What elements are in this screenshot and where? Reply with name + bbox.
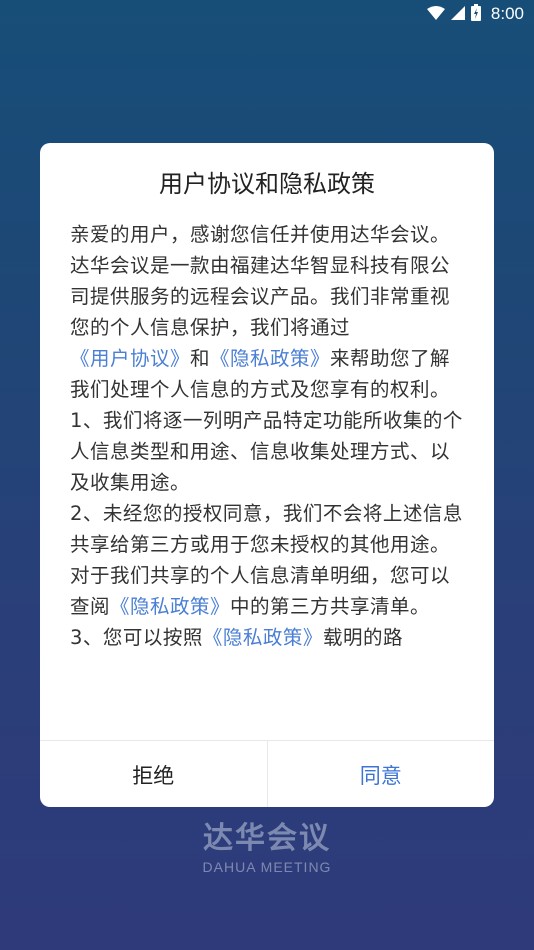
signal-icon (450, 5, 465, 24)
logo-text-en: DAHUA MEETING (202, 859, 332, 875)
paragraph-intro: 达华会议是一款由福建达华智显科技有限公司提供服务的远程会议产品。我们非常重视您的… (70, 250, 464, 405)
agree-button[interactable]: 同意 (268, 741, 495, 807)
status-time: 8:00 (490, 4, 524, 23)
reject-button[interactable]: 拒绝 (40, 741, 268, 807)
privacy-policy-link-2[interactable]: 《隐私政策》 (110, 595, 230, 618)
item3-text-a: 3、您可以按照 (70, 626, 203, 649)
privacy-dialog: 用户协议和隐私政策 亲爱的用户，感谢您信任并使用达华会议。 达华会议是一款由福建… (40, 143, 494, 807)
status-bar: 8:00 (0, 0, 534, 28)
app-logo: 达华会议 DAHUA MEETING (0, 820, 534, 876)
intro-text-b: 和 (190, 347, 211, 370)
logo-text-cn: 达华会议 (203, 821, 331, 856)
dialog-title: 用户协议和隐私政策 (159, 169, 375, 198)
intro-text-a: 达华会议是一款由福建达华智显科技有限公司提供服务的远程会议产品。我们非常重视您的… (70, 254, 451, 339)
item2-text-b: 中的第三方共享清单。 (230, 595, 431, 618)
battery-icon (470, 3, 481, 25)
privacy-policy-link[interactable]: 《隐私政策》 (210, 347, 330, 370)
paragraph-greeting: 亲爱的用户，感谢您信任并使用达华会议。 (70, 223, 451, 246)
paragraph-item-1: 1、我们将逐一列明产品特定功能所收集的个人信息类型和用途、信息收集处理方式、以及… (70, 409, 463, 494)
item3-text-b: 载明的路 (322, 626, 403, 649)
status-icons: 8:00 (426, 3, 524, 25)
user-agreement-link[interactable]: 《用户协议》 (70, 347, 190, 370)
paragraph-item-2: 2、未经您的授权同意，我们不会将上述信息共享给第三方或用于您未授权的其他用途。对… (70, 498, 464, 622)
scroll-fade (70, 710, 464, 740)
paragraph-item-3: 3、您可以按照《隐私政策》载明的路 (70, 622, 464, 653)
privacy-policy-link-3[interactable]: 《隐私政策》 (203, 626, 323, 649)
wifi-icon (426, 5, 445, 24)
dialog-body-scroll[interactable]: 亲爱的用户，感谢您信任并使用达华会议。 达华会议是一款由福建达华智显科技有限公司… (70, 219, 464, 740)
dialog-footer: 拒绝 同意 (40, 740, 494, 807)
